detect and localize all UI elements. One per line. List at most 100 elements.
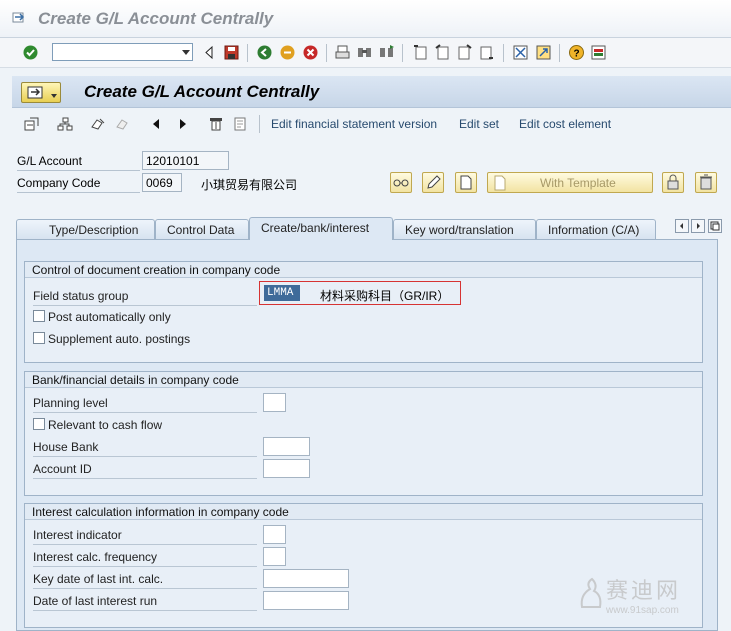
- back-icon[interactable]: [256, 44, 273, 61]
- company-code-field[interactable]: 0069: [142, 173, 182, 192]
- tab-control-data[interactable]: Control Data: [155, 219, 249, 239]
- application-title-bar: Create G/L Account Centrally: [12, 76, 731, 108]
- application-toolbar: Edit financial statement version Edit se…: [12, 110, 731, 138]
- label-underline: [17, 170, 140, 171]
- tab-key-word-translation[interactable]: Key word/translation: [393, 219, 536, 239]
- with-template-label: With Template: [540, 176, 616, 190]
- chevron-right-icon: [697, 223, 700, 229]
- house-bank-input[interactable]: [263, 437, 310, 456]
- hierarchy-icon[interactable]: [57, 117, 73, 131]
- command-field[interactable]: [52, 43, 193, 61]
- tab-list-icon: [710, 221, 720, 231]
- toolbar-separator: [402, 44, 403, 62]
- chevron-down-icon: [51, 94, 57, 98]
- cancel-icon[interactable]: [302, 44, 319, 61]
- group-title: Control of document creation in company …: [25, 262, 702, 278]
- tab-scroll-left-button[interactable]: [675, 219, 689, 233]
- blank-document-icon: [494, 175, 506, 191]
- tab-information-ca[interactable]: Information (C/A): [536, 219, 656, 239]
- first-page-icon[interactable]: [412, 44, 429, 61]
- label-underline: [33, 544, 257, 545]
- display-glasses-icon: [393, 179, 409, 187]
- create-button[interactable]: [455, 172, 477, 193]
- post-automatically-checkbox[interactable]: [33, 310, 45, 322]
- tab-create-bank-interest[interactable]: Create/bank/interest: [249, 217, 393, 240]
- relevant-cash-flow-label: Relevant to cash flow: [48, 418, 163, 432]
- group-title: Bank/financial details in company code: [25, 372, 702, 388]
- toolbar-separator: [559, 44, 560, 62]
- with-template-button[interactable]: With Template: [487, 172, 653, 193]
- label-underline: [33, 566, 257, 567]
- enter-icon[interactable]: [22, 44, 39, 61]
- other-object-icon[interactable]: [24, 117, 40, 131]
- key-date-input[interactable]: [263, 569, 349, 588]
- account-id-label: Account ID: [33, 462, 92, 476]
- create-session-icon[interactable]: [512, 44, 529, 61]
- company-code-label: Company Code: [17, 176, 101, 190]
- exit-icon[interactable]: [279, 44, 296, 61]
- edit-set-button[interactable]: Edit set: [459, 117, 499, 131]
- document-icon[interactable]: [232, 117, 248, 131]
- shortcut-icon[interactable]: [535, 44, 552, 61]
- interest-indicator-input[interactable]: [263, 525, 286, 544]
- label-underline: [33, 305, 257, 306]
- command-input[interactable]: [53, 44, 175, 60]
- menu-button[interactable]: [21, 82, 61, 103]
- svg-text:?: ?: [574, 49, 580, 60]
- supplement-auto-checkbox[interactable]: [33, 332, 45, 344]
- last-interest-run-input[interactable]: [263, 591, 349, 610]
- transport-icon: [116, 119, 128, 130]
- watermark-text: 赛迪网: [606, 579, 682, 604]
- find-next-icon[interactable]: [378, 44, 395, 61]
- lock-button[interactable]: [662, 172, 684, 193]
- highlight-box: [259, 281, 461, 305]
- toolbar-separator: [503, 44, 504, 62]
- chevron-down-icon[interactable]: [182, 50, 190, 55]
- find-icon[interactable]: [356, 44, 373, 61]
- edit-button[interactable]: [422, 172, 444, 193]
- account-id-input[interactable]: [263, 459, 310, 478]
- field-status-group-label: Field status group: [33, 289, 129, 303]
- display-change-icon[interactable]: [90, 117, 106, 131]
- history-back-icon[interactable]: [201, 44, 218, 61]
- delete-icon[interactable]: [208, 117, 224, 131]
- save-icon[interactable]: [223, 44, 240, 61]
- planning-level-label: Planning level: [33, 396, 108, 410]
- watermark-url: www.91sap.com: [606, 605, 679, 616]
- tab-label: Key word/translation: [405, 223, 514, 237]
- group-bank-financial: Bank/financial details in company code P…: [24, 371, 703, 496]
- label-underline: [17, 192, 140, 193]
- tab-label: Type/Description: [49, 223, 139, 237]
- print-icon[interactable]: [334, 44, 351, 61]
- tab-type-description[interactable]: Type/Description: [16, 219, 155, 239]
- interest-frequency-input[interactable]: [263, 547, 286, 566]
- label-underline: [33, 412, 257, 413]
- tab-scroll-right-button[interactable]: [691, 219, 705, 233]
- label-underline: [33, 478, 257, 479]
- last-interest-run-label: Date of last interest run: [33, 594, 158, 608]
- previous-page-icon[interactable]: [434, 44, 451, 61]
- gl-account-field[interactable]: 12010101: [142, 151, 229, 170]
- system-menu-icon[interactable]: [12, 12, 26, 24]
- tab-strip: Type/Description Control Data Create/ban…: [16, 217, 731, 240]
- edit-cost-element-button[interactable]: Edit cost element: [519, 117, 611, 131]
- toolbar-separator: [247, 44, 248, 62]
- chevron-left-icon: [680, 223, 683, 229]
- next-entry-icon[interactable]: [175, 117, 191, 131]
- tab-list-button[interactable]: [708, 219, 722, 233]
- previous-entry-icon[interactable]: [149, 117, 165, 131]
- planning-level-input[interactable]: [263, 393, 286, 412]
- layout-menu-icon[interactable]: [590, 44, 607, 61]
- watermark-logo-icon: [580, 577, 602, 608]
- post-automatically-label: Post automatically only: [48, 310, 171, 324]
- glasses-button[interactable]: [390, 172, 412, 193]
- house-bank-label: House Bank: [33, 440, 99, 454]
- relevant-cash-flow-checkbox[interactable]: [33, 418, 45, 430]
- last-page-icon[interactable]: [478, 44, 495, 61]
- edit-fs-version-button[interactable]: Edit financial statement version: [271, 117, 437, 131]
- supplement-auto-label: Supplement auto. postings: [48, 332, 191, 346]
- help-icon[interactable]: ?: [568, 44, 585, 61]
- next-page-icon[interactable]: [456, 44, 473, 61]
- tab-label: Control Data: [167, 223, 235, 237]
- delete-button[interactable]: [695, 172, 717, 193]
